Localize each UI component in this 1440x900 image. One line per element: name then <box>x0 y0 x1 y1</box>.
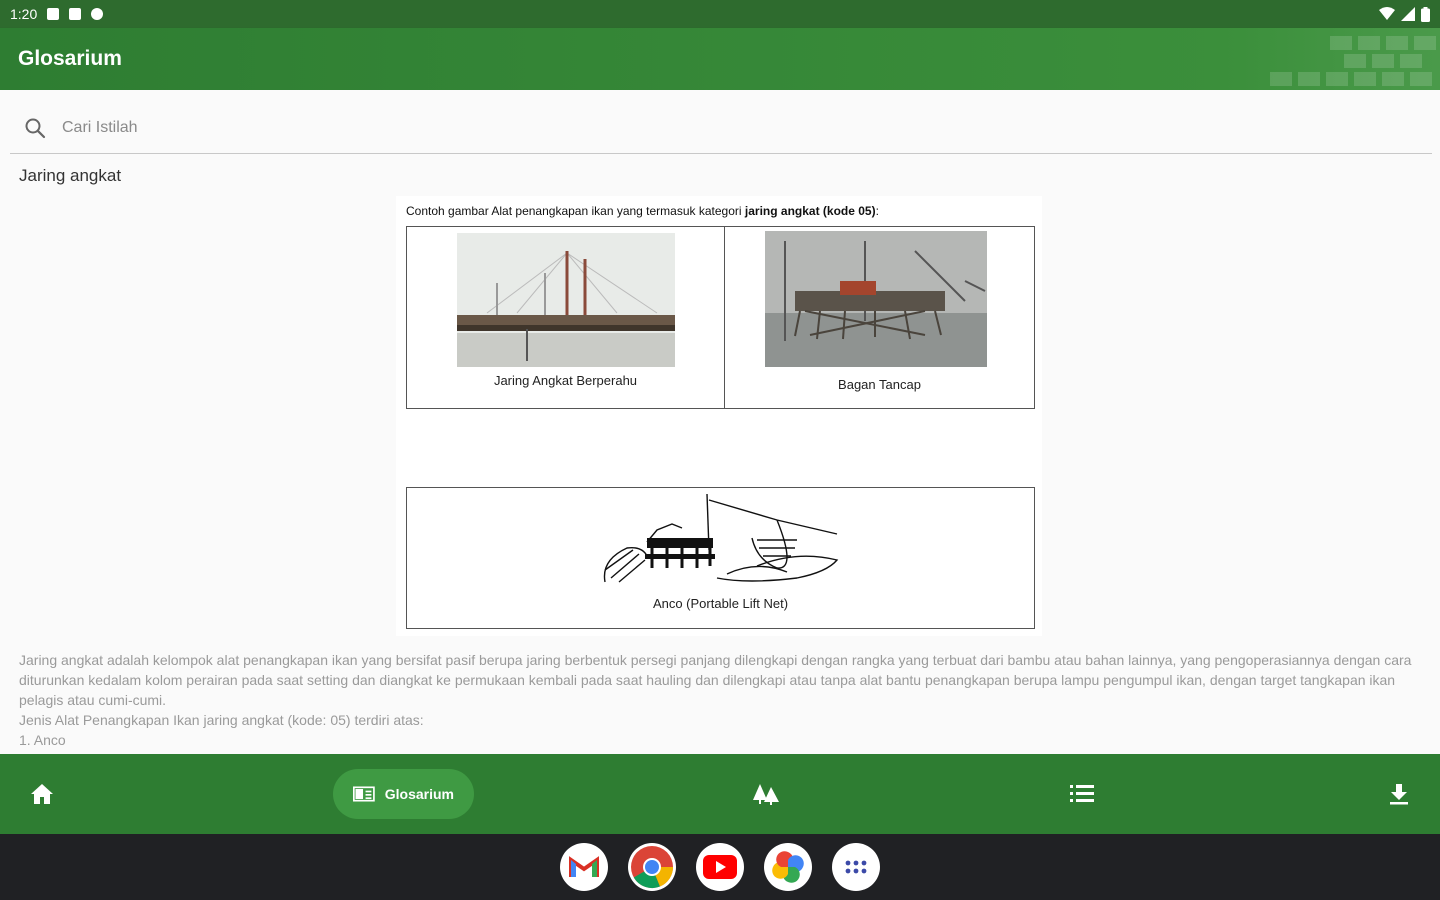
figure-label: Anco (Portable Lift Net) <box>652 596 789 611</box>
trees-icon <box>753 784 779 805</box>
figure-cell-jaring-angkat-berperahu: Jaring Angkat Berperahu <box>406 226 725 409</box>
app-title: Glosarium <box>18 47 122 70</box>
nav-list[interactable] <box>1057 769 1107 819</box>
nav-download[interactable] <box>1374 769 1424 819</box>
bottom-navigation: Glosarium <box>0 754 1440 834</box>
youtube-icon[interactable] <box>696 843 744 891</box>
photos-icon[interactable] <box>764 843 812 891</box>
chrome-icon[interactable] <box>628 843 676 891</box>
content-area: Jaring angkat Contoh gambar Alat penangk… <box>0 90 1440 754</box>
signal-icon <box>1401 7 1415 21</box>
figure-caption: Contoh gambar Alat penangkapan ikan yang… <box>406 204 879 218</box>
list-icon <box>1070 785 1094 802</box>
book-icon <box>353 786 375 802</box>
figure-cell-anco: Anco (Portable Lift Net) <box>406 487 1035 629</box>
wifi-icon <box>1379 7 1395 20</box>
status-bar: 1:20 <box>0 0 1440 28</box>
photo-lift-net-boat <box>457 233 675 367</box>
term-description: Jaring angkat adalah kelompok alat penan… <box>19 650 1429 750</box>
battery-icon <box>1421 6 1430 22</box>
app-bar: Glosarium <box>0 28 1440 90</box>
search-input[interactable] <box>62 118 662 137</box>
nav-trees[interactable] <box>741 769 791 819</box>
header-decoration <box>1270 36 1436 86</box>
app-drawer-icon[interactable] <box>832 843 880 891</box>
term-figure: Contoh gambar Alat penangkapan ikan yang… <box>396 196 1042 636</box>
description-line: Jenis Alat Penangkapan Ikan jaring angka… <box>19 712 424 728</box>
illustration-anco <box>603 493 839 583</box>
search-bar <box>10 102 1432 154</box>
sd-card-icon <box>69 8 82 20</box>
notification-icon <box>47 8 60 20</box>
search-icon <box>25 118 46 138</box>
figure-label: Jaring Angkat Berperahu <box>493 373 638 388</box>
status-time: 1:20 <box>10 6 38 22</box>
photo-bagan-tancap <box>765 231 987 367</box>
description-line: 1. Anco <box>19 732 66 748</box>
nav-home[interactable] <box>17 769 67 819</box>
term-title: Jaring angkat <box>19 166 122 185</box>
nav-glosarium-label: Glosarium <box>384 786 454 802</box>
figure-label: Bagan Tancap <box>838 377 921 392</box>
figure-cell-bagan-tancap: Bagan Tancap <box>724 226 1035 409</box>
nav-glosarium[interactable]: Glosarium <box>333 769 474 819</box>
sync-icon <box>91 8 104 20</box>
home-icon <box>31 784 53 804</box>
download-icon <box>1390 784 1408 805</box>
gmail-icon[interactable] <box>560 843 608 891</box>
description-paragraph: Jaring angkat adalah kelompok alat penan… <box>19 652 1412 708</box>
system-taskbar <box>0 834 1440 900</box>
